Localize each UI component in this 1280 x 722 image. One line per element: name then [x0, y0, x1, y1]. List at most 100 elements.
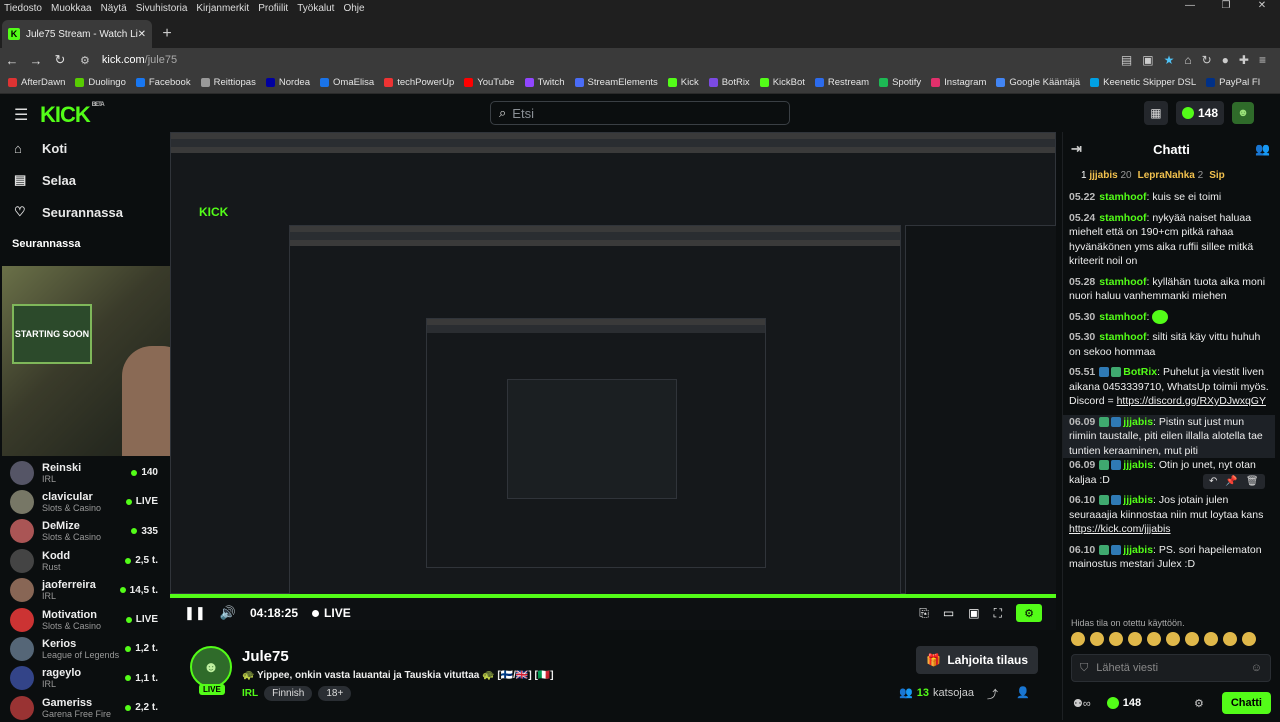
bookmark-item[interactable]: Nordea: [265, 77, 310, 88]
chat-message[interactable]: 06.09 jjjabis: Pistin sut just mun riimii…: [1063, 414, 1275, 458]
emote-icon[interactable]: [1242, 632, 1256, 646]
tag-language[interactable]: Finnish: [264, 686, 313, 701]
bookmark-item[interactable]: Keenetic Skipper DSL: [1090, 77, 1196, 88]
emote-icon[interactable]: [1185, 632, 1199, 646]
share-icon[interactable]: ⤴: [987, 686, 998, 702]
message-username[interactable]: stamhoof: [1099, 331, 1146, 343]
live-indicator[interactable]: LIVE: [312, 606, 351, 620]
chat-points[interactable]: 148: [1106, 697, 1141, 709]
tab-close-icon[interactable]: ✕: [138, 29, 146, 40]
channel-name[interactable]: Jule75: [242, 648, 289, 665]
browser-tab[interactable]: K Jule75 Stream - Watch Live on K ✕: [2, 20, 152, 48]
clip-icon[interactable]: ⎘: [919, 606, 929, 621]
chat-input[interactable]: ⛉ Lähetä viesti ☺: [1071, 654, 1271, 682]
gift-subscription-button[interactable]: 🎁 Lahjoita tilaus: [916, 646, 1038, 674]
site-info-icon[interactable]: ⚙: [80, 54, 90, 67]
chat-message[interactable]: 05.24 stamhoof: nykyää naiset haluaa mieh…: [1069, 211, 1269, 269]
channel-avatar[interactable]: ☻: [190, 646, 232, 688]
user-avatar[interactable]: ☻: [1232, 102, 1254, 124]
kick-logo[interactable]: KICK BETA: [40, 102, 105, 128]
sidebar-item-home[interactable]: ⌂ Koti: [0, 132, 170, 164]
bookmark-item[interactable]: KickBot: [759, 77, 805, 88]
emote-icon[interactable]: [1109, 632, 1123, 646]
bookmark-item[interactable]: Google Kääntäjä: [996, 77, 1080, 88]
video-player[interactable]: KICK ❚❚ 🔊 04:18:25 LIVE ⎘ ▭ ▣ ⛶ ⚙: [170, 132, 1056, 630]
browse-grid-button[interactable]: ▦: [1143, 101, 1168, 125]
emote-icon[interactable]: [1090, 632, 1104, 646]
message-username[interactable]: stamhoof: [1099, 191, 1146, 203]
reply-icon[interactable]: ↶: [1209, 476, 1217, 487]
theater-mode-icon[interactable]: ▭: [943, 606, 954, 620]
screenshot-icon[interactable]: ▣: [1142, 53, 1153, 67]
followed-channel[interactable]: Kerios League of Legends 1,2 t.: [0, 634, 170, 663]
message-link[interactable]: https://discord.gg/RXyDJwxqGY: [1117, 395, 1266, 407]
emote-icon[interactable]: [1223, 632, 1237, 646]
menu-profiles[interactable]: Profiilit: [258, 3, 288, 14]
pause-icon[interactable]: ❚❚: [184, 605, 206, 621]
menu-bookmarks[interactable]: Kirjanmerkit: [196, 3, 249, 14]
bookmark-item[interactable]: Duolingo: [75, 77, 126, 88]
chat-message[interactable]: 05.30 stamhoof: silti sitä käy vittu huhu…: [1069, 330, 1269, 359]
bookmark-item[interactable]: Restream: [814, 77, 869, 88]
followed-channel[interactable]: rageylo IRL 1,1 t.: [0, 664, 170, 693]
reader-icon[interactable]: ▤: [1121, 53, 1132, 67]
leader-2[interactable]: LepraNahka 2: [1138, 170, 1204, 181]
new-tab-button[interactable]: +: [152, 20, 182, 48]
account-icon[interactable]: ●: [1222, 53, 1229, 67]
user-settings-icon[interactable]: 👤: [1016, 686, 1030, 699]
followed-channel[interactable]: DeMize Slots & Casino 335: [0, 517, 170, 546]
message-username[interactable]: jjjabis: [1123, 494, 1153, 506]
bookmark-item[interactable]: PayPal FI: [1206, 77, 1260, 88]
followed-channel[interactable]: jaoferreira IRL 14,5 t.: [0, 576, 170, 605]
sidebar-item-following[interactable]: ♡ Seurannassa: [0, 196, 170, 228]
back-icon[interactable]: ←: [0, 53, 24, 68]
bookmark-star-icon[interactable]: ★: [1164, 53, 1175, 67]
message-username[interactable]: jjjabis: [1123, 416, 1153, 428]
pin-icon[interactable]: 📌: [1225, 476, 1237, 487]
chat-message[interactable]: 05.22 stamhoof: kuis se ei toimi: [1069, 190, 1269, 205]
url-bar[interactable]: ⚙ kick.com/jule75: [80, 50, 900, 70]
followed-channel[interactable]: Gameriss Garena Free Fire 2,2 t.: [0, 693, 170, 722]
bookmark-item[interactable]: Kick: [667, 77, 699, 88]
close-icon[interactable]: ✕: [1244, 0, 1280, 16]
menu-edit[interactable]: Muokkaa: [51, 3, 92, 14]
message-link[interactable]: https://kick.com/jjjabis: [1069, 523, 1171, 535]
bookmark-item[interactable]: Reittiopas: [200, 77, 256, 88]
search-input[interactable]: ⌕ Etsi: [490, 101, 790, 125]
message-username[interactable]: jjjabis: [1123, 544, 1153, 556]
bookmark-item[interactable]: YouTube: [464, 77, 515, 88]
tag-age[interactable]: 18+: [318, 686, 352, 701]
message-username[interactable]: stamhoof: [1099, 311, 1146, 323]
emoji-picker-icon[interactable]: ☺: [1251, 662, 1262, 674]
emote-icon[interactable]: [1071, 632, 1085, 646]
extensions-icon[interactable]: ✚: [1239, 53, 1249, 67]
bookmark-item[interactable]: Spotify: [879, 77, 921, 88]
chat-message[interactable]: 05.51 BotRix: Puhelut ja viestit liven ai…: [1069, 365, 1269, 409]
emote-icon[interactable]: [1204, 632, 1218, 646]
stream-category[interactable]: IRL: [242, 688, 258, 699]
chat-message[interactable]: 05.30 stamhoof:: [1069, 309, 1269, 325]
followed-channel[interactable]: Motivation Slots & Casino LIVE: [0, 605, 170, 634]
delete-icon[interactable]: 🗑: [1246, 476, 1259, 487]
pip-icon[interactable]: ▣: [968, 606, 979, 620]
chat-message[interactable]: 05.28 stamhoof: kyllähän tuota aika moni …: [1069, 275, 1269, 304]
followed-channel[interactable]: Reinski IRL 140: [0, 458, 170, 487]
send-chat-button[interactable]: Chatti: [1221, 692, 1271, 714]
emote-icon[interactable]: [1147, 632, 1161, 646]
forward-icon[interactable]: →: [24, 53, 48, 68]
bookmark-item[interactable]: BotRix: [708, 77, 750, 88]
bookmark-item[interactable]: OmaElisa: [320, 77, 374, 88]
menu-icon[interactable]: ≡: [1259, 53, 1266, 67]
menu-help[interactable]: Ohje: [343, 3, 364, 14]
message-username[interactable]: BotRix: [1123, 366, 1157, 378]
leader-3[interactable]: Sip: [1209, 170, 1225, 181]
menu-view[interactable]: Näytä: [101, 3, 127, 14]
bookmark-item[interactable]: techPowerUp: [384, 77, 454, 88]
home-icon[interactable]: ⌂: [1184, 53, 1191, 67]
message-username[interactable]: stamhoof: [1099, 276, 1146, 288]
hamburger-icon[interactable]: ☰: [14, 105, 28, 125]
chat-users-link-icon[interactable]: ⚉∞: [1073, 697, 1091, 710]
chat-message[interactable]: 06.10 jjjabis: Jos jotain julen seuraaaji…: [1069, 493, 1269, 537]
followed-channel[interactable]: clavicular Slots & Casino LIVE: [0, 487, 170, 516]
menu-history[interactable]: Sivuhistoria: [136, 3, 188, 14]
